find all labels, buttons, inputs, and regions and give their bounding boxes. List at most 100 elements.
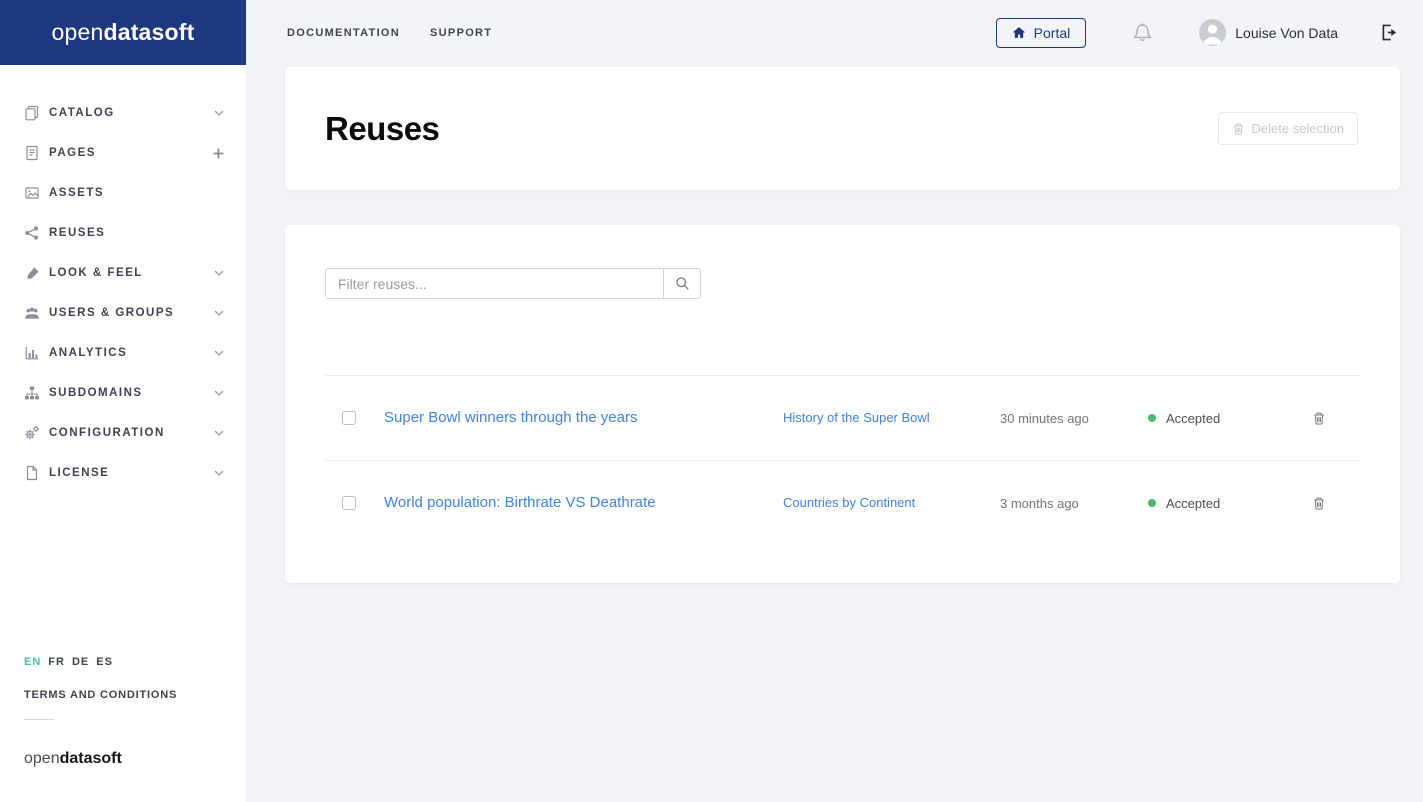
sidebar: opendatasoft CATALOG PAGES ASSETS REUSES… [0,0,247,802]
status-label: Accepted [1166,495,1221,511]
filter-reuses-input[interactable] [325,268,663,299]
chevron-down-icon [214,110,224,116]
row-checkbox[interactable] [342,411,356,425]
sidebar-item-label: CATALOG [49,107,115,119]
sitemap-icon [24,385,40,401]
chevron-down-icon [214,470,224,476]
row-dataset-cell: Countries by Continent [783,494,1000,512]
chevron-down-icon [214,390,224,396]
status-dot-icon [1148,499,1156,507]
user-name: Louise Von Data [1235,24,1338,41]
assets-icon [24,185,40,201]
filter-bar [325,268,1360,299]
row-actions [1278,409,1360,428]
bell-icon[interactable] [1132,22,1153,44]
user-menu[interactable]: Louise Von Data [1199,19,1338,46]
logo-data: data [103,19,152,45]
trash-icon [1232,122,1245,136]
license-file-icon [24,465,40,481]
topbar: DOCUMENTATION SUPPORT Portal Louise Von … [247,0,1423,65]
language-en[interactable]: EN [24,656,41,668]
status-dot-icon [1148,414,1156,422]
sidebar-item-users-groups[interactable]: USERS & GROUPS [0,293,246,333]
sidebar-item-subdomains[interactable]: SUBDOMAINS [0,373,246,413]
row-status: Accepted [1148,496,1278,511]
sidebar-nav: CATALOG PAGES ASSETS REUSES LOOK & FEEL … [0,65,246,493]
table-row: World population: Birthrate VS Deathrate… [325,460,1360,545]
support-link[interactable]: SUPPORT [430,27,492,39]
table-row: Super Bowl winners through the years His… [325,375,1360,460]
dataset-link[interactable]: Countries by Continent [783,495,915,510]
sidebar-item-configuration[interactable]: CONFIGURATION [0,413,246,453]
trash-icon [1312,496,1326,511]
chevron-down-icon [214,350,224,356]
delete-selection-label: Delete selection [1251,121,1345,136]
main-content: Reuses Delete selection Super Bo [247,65,1423,583]
sidebar-item-label: LICENSE [49,467,110,479]
sign-out-icon[interactable] [1380,24,1398,41]
chevron-down-icon [214,270,224,276]
page-header-card: Reuses Delete selection [285,67,1400,190]
search-button[interactable] [663,268,701,299]
row-title-cell: World population: Birthrate VS Deathrate [384,494,783,512]
documentation-link[interactable]: DOCUMENTATION [287,27,400,39]
sidebar-item-reuses[interactable]: REUSES [0,213,246,253]
sidebar-footer: EN FR DE ES TERMS AND CONDITIONS opendat… [24,656,177,768]
language-de[interactable]: DE [72,656,89,668]
page-title: Reuses [325,109,440,147]
row-actions [1278,494,1360,513]
search-icon [675,276,690,291]
reuse-title-link[interactable]: World population: Birthrate VS Deathrate [384,494,656,511]
sidebar-item-label: PAGES [49,147,96,159]
row-checkbox-cell [325,496,384,510]
portal-button[interactable]: Portal [995,17,1087,48]
sidebar-item-assets[interactable]: ASSETS [0,173,246,213]
language-switcher: EN FR DE ES [24,656,177,668]
trash-icon [1312,411,1326,426]
chevron-down-icon [214,430,224,436]
users-icon [24,305,40,321]
row-time: 30 minutes ago [1000,410,1089,426]
reuse-title-link[interactable]: Super Bowl winners through the years [384,409,637,426]
sidebar-item-label: USERS & GROUPS [49,307,175,319]
delete-row-button[interactable] [1310,494,1328,513]
paintbrush-icon [24,265,40,281]
sidebar-item-catalog[interactable]: CATALOG [0,93,246,133]
logo-data: data [59,750,93,767]
home-icon [1012,26,1026,39]
pages-icon [24,145,40,161]
sidebar-item-analytics[interactable]: ANALYTICS [0,333,246,373]
row-time: 3 months ago [1000,495,1079,511]
reuses-share-icon [24,225,40,241]
bar-chart-icon [24,345,40,361]
terms-and-conditions-link[interactable]: TERMS AND CONDITIONS [24,689,177,701]
logo-soft: soft [151,19,195,45]
opendatasoft-footer-logo: opendatasoft [24,750,177,768]
language-es[interactable]: ES [96,656,113,668]
delete-row-button[interactable] [1310,409,1328,428]
row-status: Accepted [1148,411,1278,426]
dataset-link[interactable]: History of the Super Bowl [783,410,930,425]
row-checkbox[interactable] [342,496,356,510]
topbar-links: DOCUMENTATION SUPPORT [287,27,492,39]
portal-button-label: Portal [1033,24,1071,41]
sidebar-item-pages[interactable]: PAGES [0,133,246,173]
language-fr[interactable]: FR [48,656,65,668]
status-label: Accepted [1166,410,1221,426]
sidebar-item-label: ANALYTICS [49,347,128,359]
row-title-cell: Super Bowl winners through the years [384,409,783,427]
delete-selection-button[interactable]: Delete selection [1217,112,1358,145]
opendatasoft-logo: opendatasoft [51,19,194,46]
sidebar-item-label: CONFIGURATION [49,427,165,439]
sidebar-item-label: ASSETS [49,187,105,199]
plus-icon[interactable] [213,148,224,159]
logo-soft: soft [92,750,122,767]
sidebar-item-look-and-feel[interactable]: LOOK & FEEL [0,253,246,293]
catalog-icon [24,105,40,121]
sidebar-item-label: REUSES [49,227,106,239]
gears-icon [24,425,40,441]
topbar-right: Portal Louise Von Data [995,17,1398,48]
reuses-list-card: Super Bowl winners through the years His… [285,225,1400,583]
sidebar-item-license[interactable]: LICENSE [0,453,246,493]
chevron-down-icon [214,310,224,316]
